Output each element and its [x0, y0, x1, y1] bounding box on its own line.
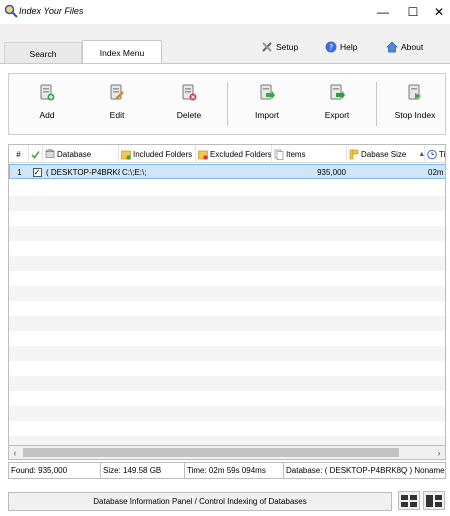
about-label: About: [401, 42, 424, 52]
row-database-size: [350, 165, 424, 180]
status-bar: Found: 935,000 Size: 149.58 GB Time: 02m…: [8, 462, 446, 479]
help-button[interactable]: ? Help: [325, 38, 357, 56]
export-button[interactable]: Export: [309, 74, 365, 134]
folder-include-icon: [121, 150, 131, 160]
tab-search[interactable]: Search: [4, 42, 82, 64]
folder-exclude-icon: [198, 150, 208, 160]
stop-index-label: Stop Index: [394, 110, 436, 120]
horizontal-scrollbar[interactable]: ‹ ›: [8, 445, 446, 460]
row-time: 02m 5: [428, 168, 445, 177]
database-edit-icon: [110, 84, 124, 100]
row-checkbox[interactable]: ✓: [30, 165, 44, 180]
toolbar-separator: [376, 82, 377, 126]
database-export-icon: [330, 84, 345, 100]
col-included-label: Included Folders: [133, 149, 193, 159]
checkmark-icon: [31, 150, 40, 159]
empty-row: [9, 286, 445, 301]
info-panel-bar: Database Information Panel / Control Ind…: [8, 492, 392, 511]
status-size: Size: 149.58 GB: [101, 463, 185, 478]
add-button[interactable]: Add: [19, 74, 75, 134]
size-icon: [349, 149, 359, 159]
col-time-label: Ti: [439, 149, 446, 159]
svg-text:?: ?: [329, 43, 333, 52]
export-label: Export: [324, 110, 350, 120]
col-database-size[interactable]: Dabase Size ▲: [347, 145, 425, 163]
row-number: 1: [17, 168, 22, 177]
minimize-button[interactable]: —: [368, 0, 398, 24]
empty-row: [9, 376, 445, 391]
col-excluded-label: Excluded Folders: [210, 149, 272, 159]
empty-row: [9, 226, 445, 241]
delete-button[interactable]: Delete: [161, 74, 217, 134]
col-excluded-folders[interactable]: Excluded Folders: [196, 145, 272, 163]
about-button[interactable]: About: [386, 38, 423, 56]
empty-row: [9, 316, 445, 331]
scroll-left-arrow[interactable]: ‹: [9, 446, 21, 459]
import-label: Import: [254, 110, 280, 120]
database-grid[interactable]: # Database Included Folders Excluded Fol…: [8, 144, 446, 458]
status-time: Time: 02m 59s 094ms: [185, 463, 284, 478]
row-check-mark: ✓: [32, 167, 42, 177]
row-included-folders: C:\;E:\;: [122, 168, 147, 177]
edit-button[interactable]: Edit: [89, 74, 145, 134]
clock-icon: [427, 149, 437, 159]
tab-index-menu[interactable]: Index Menu: [82, 40, 162, 65]
scroll-right-arrow[interactable]: ›: [433, 446, 445, 459]
status-database: Database: ( DESKTOP-P4BRK8Q ) Noname Dri…: [286, 466, 445, 475]
row-excluded-folders: [199, 165, 273, 180]
empty-row: [9, 256, 445, 271]
layout-tiles-icon: [401, 494, 417, 507]
stop-index-button[interactable]: Stop Index: [385, 74, 445, 134]
grid-header: # Database Included Folders Excluded Fol…: [9, 145, 446, 163]
status-found: Found: 935,000: [9, 463, 101, 478]
tools-icon: [262, 42, 272, 52]
database-delete-icon: [182, 84, 197, 101]
col-size-label: Dabase Size: [361, 149, 407, 159]
app-magnifier-icon: [4, 4, 18, 18]
empty-row: [9, 406, 445, 421]
help-icon: ?: [325, 41, 337, 53]
database-stop-icon: [408, 84, 421, 100]
database-icon: [45, 148, 55, 158]
toolbar: Add Edit Delete Import Export Stop Index: [8, 73, 446, 135]
col-database[interactable]: Database: [43, 145, 119, 163]
database-import-icon: [260, 84, 275, 100]
col-items[interactable]: Items: [272, 145, 347, 163]
layout-grid-button[interactable]: [398, 491, 420, 510]
tabs-row: Search Index Menu Setup ? Help About: [0, 24, 450, 65]
col-time[interactable]: Ti: [425, 145, 446, 163]
row-database: ( DESKTOP-P4BRK8...: [46, 168, 120, 177]
col-database-label: Database: [57, 149, 92, 159]
items-icon: [274, 149, 284, 160]
row-items: 935,000: [317, 168, 346, 177]
col-items-label: Items: [286, 149, 306, 159]
import-button[interactable]: Import: [239, 74, 295, 134]
sort-ascending-icon: ▲: [418, 150, 425, 158]
layout-split-icon: [426, 494, 442, 507]
index-menu-panel: Add Edit Delete Import Export Stop Index…: [0, 63, 450, 516]
edit-label: Edit: [109, 110, 125, 120]
setup-label: Setup: [276, 42, 299, 52]
title-bar: Index Your Files — ☐ ✕: [0, 0, 450, 24]
home-icon: [386, 41, 398, 53]
close-button[interactable]: ✕: [424, 0, 450, 24]
empty-row: [9, 196, 445, 211]
col-included-folders[interactable]: Included Folders: [119, 145, 196, 163]
add-label: Add: [39, 110, 55, 120]
toolbar-separator: [227, 82, 228, 126]
window-title: Index Your Files: [19, 6, 84, 16]
empty-row: [9, 346, 445, 361]
database-add-icon: [40, 84, 55, 101]
layout-list-button[interactable]: [423, 491, 445, 510]
table-row[interactable]: 1 ✓ ( DESKTOP-P4BRK8... C:\;E:\; 935,000…: [9, 164, 445, 180]
help-label: Help: [340, 42, 358, 52]
col-number[interactable]: #: [9, 145, 29, 163]
setup-button[interactable]: Setup: [261, 38, 298, 56]
scroll-thumb[interactable]: [23, 448, 399, 457]
col-check[interactable]: [29, 145, 43, 163]
delete-label: Delete: [176, 110, 202, 120]
